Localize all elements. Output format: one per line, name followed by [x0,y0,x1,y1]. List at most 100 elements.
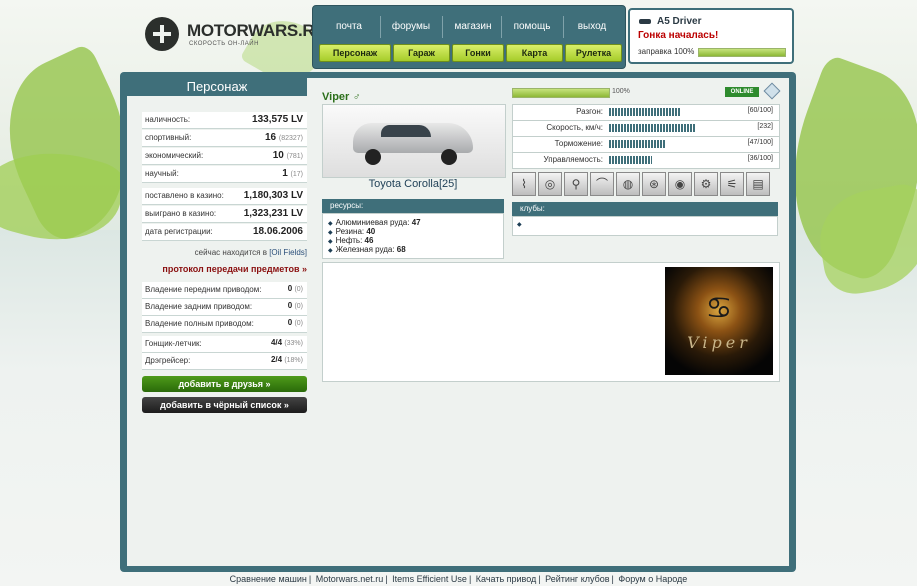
stat-row-casino-bet: поставлено в казино: 1,180,303 LV [142,188,307,205]
spec-label: Торможение: [554,139,603,148]
spec-row-braking: Торможение: [47/100] [512,136,780,153]
spec-value: [60/100] [747,107,773,114]
drive-row-front: Владение передним приводом: 0 (0) [142,282,307,299]
top-navigation: почта форумы магазин помощь выход Персон… [312,5,626,69]
car-window [381,125,431,137]
resources-list: Алюминиевая руда: 47 Резина: 40 Нефть: 4… [322,213,504,259]
nav-button-races[interactable]: Гонки [452,44,504,62]
stat-row-registered: дата регистрации: 18.06.2006 [142,224,307,241]
car-name[interactable]: Toyota Corolla[25] [322,178,504,190]
spec-row-acceleration: Разгон: [60/100] [512,104,780,121]
transfer-protocol-link[interactable]: протокол передачи предметов » [142,264,307,278]
tire-icon[interactable]: ◎ [538,172,562,196]
footer-link-forum[interactable]: Форум о Народе [618,574,687,584]
spec-bar-fill [609,108,681,116]
resource-item: Нефть: 46 [328,236,374,245]
resource-item: Железная руда: 68 [328,245,406,254]
nav-button-garage[interactable]: Гараж [393,44,450,62]
stat-value: 16 (82327) [264,132,303,143]
nav-link-mail[interactable]: почта [318,21,380,32]
spec-value: [36/100] [747,155,773,162]
add-friend-button[interactable]: добавить в друзья » [142,376,307,392]
nav-link-shop[interactable]: магазин [442,21,504,32]
footer-link-motorwars[interactable]: Motorwars.net.ru [316,574,384,584]
fuel-label: заправка 100% [638,47,695,56]
stat-label: наличность: [145,115,191,124]
shock-absorber-icon[interactable]: ⌇ [512,172,536,196]
stat-value: 1,323,231 LV [243,208,303,219]
stat-label: Дрэгрейсер: [145,356,191,365]
stat-value: 2/4 (18%) [270,355,303,364]
stat-value: 0 (0) [287,284,303,293]
car-wheel [365,149,381,165]
logo-name: MOTORWARS.RU [187,21,327,40]
stat-value: 0 (0) [287,318,303,327]
resource-item: Резина: 40 [328,227,376,236]
player-name[interactable]: Viper [322,91,349,103]
player-info-panel: ♋ Viper [322,262,780,382]
stat-label: выиграно в казино: [145,209,217,218]
location-link[interactable]: [Oil Fields] [269,248,307,257]
exhaust-icon[interactable]: ⚟ [720,172,744,196]
stat-label: Владение задним приводом: [145,302,253,311]
footer-link-compare[interactable]: Сравнение машин [230,574,307,584]
spec-bar [609,124,729,132]
status-race-message[interactable]: Гонка началась! [638,30,718,41]
rank-row-dragracer: Дрэгрейсер: 2/4 (18%) [142,353,307,370]
stat-value: 18.06.2006 [252,226,303,237]
stat-label: Гонщик-летчик: [145,339,202,348]
avatar-text: Viper [687,333,751,352]
status-driver[interactable]: A5 Driver [657,16,701,27]
nav-button-roulette[interactable]: Рулетка [565,44,622,62]
male-icon: ♂ [353,92,361,103]
car-image[interactable] [322,104,506,178]
avatar: ♋ Viper [665,267,773,375]
add-blacklist-button[interactable]: добавить в чёрный список » [142,397,307,413]
clubs-header: клубы: [512,202,778,216]
experience-bar-fill [513,89,609,97]
rank-row-pilot: Гонщик-летчик: 4/4 (33%) [142,336,307,353]
footer-links: Сравнение машин | Motorwars.net.ru | Items… [229,574,688,584]
nav-link-help[interactable]: помощь [501,21,563,32]
nav-link-exit[interactable]: выход [561,21,623,32]
nav-button-map[interactable]: Карта [506,44,563,62]
stat-value: 133,575 LV [252,114,303,125]
fuel-bar-fill [699,49,785,56]
experience-bar [512,88,610,98]
clubs-list: ◆ [512,216,778,236]
footer-link-items[interactable]: Items Efficient Use [392,574,467,584]
footer-link-clubs[interactable]: Рейтинг клубов [545,574,609,584]
stat-value: 1 (17) [282,168,303,179]
stat-label: научный: [145,169,179,178]
stat-value: 10 (781) [272,150,303,161]
nav-link-forums[interactable]: форумы [380,21,442,32]
footer-link-drive[interactable]: Качать привод [476,574,537,584]
experience-label: 100% [612,88,630,95]
site-logo[interactable]: MOTORWARS.RU СКОРОСТЬ ОН-ЛАЙН [145,17,327,57]
spec-bar [609,156,729,164]
spec-value: [232] [757,123,773,130]
radiator-icon[interactable]: ▤ [746,172,770,196]
spark-plug-icon[interactable]: ⚲ [564,172,588,196]
spec-label: Разгон: [576,107,603,116]
logo-tagline: СКОРОСТЬ ОН-ЛАЙН [189,41,259,47]
nav-button-character[interactable]: Персонаж [319,44,391,62]
stat-value: 1,180,303 LV [243,190,303,201]
stat-label: спортивный: [145,133,192,142]
drive-row-all: Владение полным приводом: 0 (0) [142,316,307,333]
wheel-icon[interactable]: ⊛ [642,172,666,196]
stat-label: Владение полным приводом: [145,319,254,328]
stat-row-sport: спортивный: 16 (82327) [142,130,307,147]
spec-bar [609,140,729,148]
stat-label: дата регистрации: [145,227,213,236]
car-icon [639,19,651,24]
spoiler-icon[interactable]: ⌒ [590,172,614,196]
stat-value: 0 (0) [287,301,303,310]
spec-label: Скорость, км/ч: [546,123,603,132]
brake-icon[interactable]: ◍ [616,172,640,196]
spec-label: Управляемость: [543,155,603,164]
spec-value: [47/100] [747,139,773,146]
turbo-icon[interactable]: ◉ [668,172,692,196]
engine-icon[interactable]: ⚙ [694,172,718,196]
bullet-icon: ◆ [517,222,522,228]
